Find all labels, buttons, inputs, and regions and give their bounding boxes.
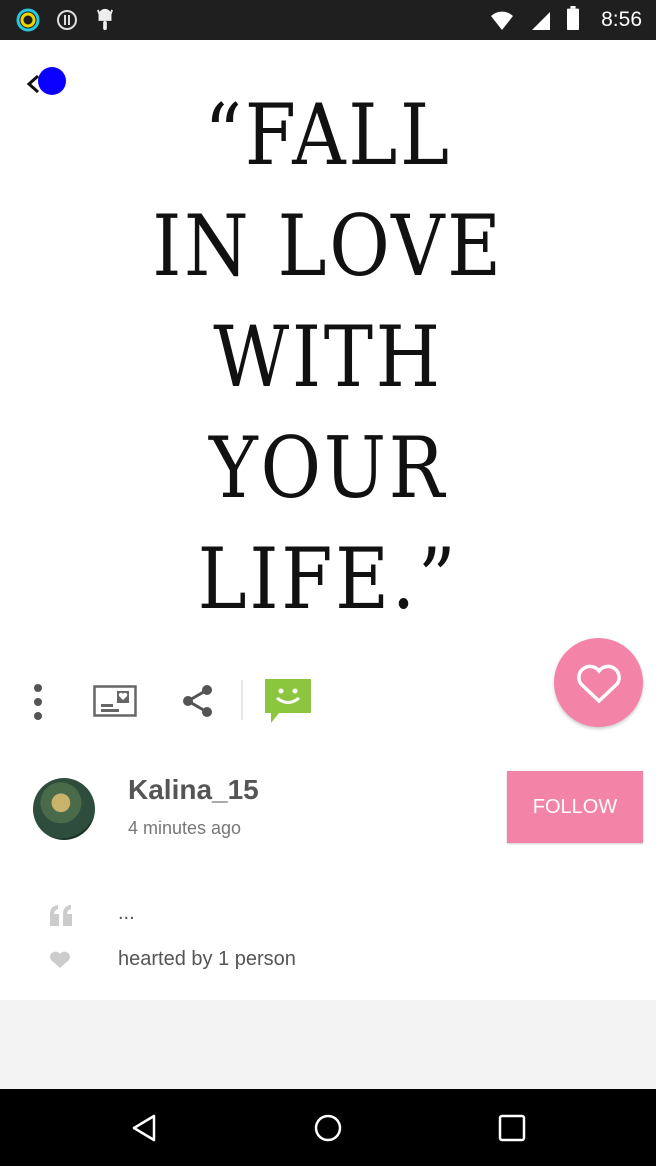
share-icon[interactable] [182, 684, 214, 718]
ring-indicator-icon [16, 8, 40, 32]
post-caption: ... [118, 902, 135, 924]
username[interactable]: Kalina_15 [128, 774, 259, 806]
wifi-icon [491, 11, 513, 30]
back-triangle-icon[interactable] [130, 1113, 160, 1143]
heart-button[interactable] [554, 638, 643, 727]
battery-icon [567, 6, 579, 30]
touch-indicator-dot [38, 67, 66, 95]
navigation-bar [0, 1089, 656, 1166]
home-circle-icon[interactable] [313, 1113, 343, 1143]
footer-area [0, 1000, 656, 1089]
status-time: 8:56 [601, 8, 642, 31]
avatar[interactable] [33, 778, 95, 840]
follow-button[interactable]: FOLLOW [507, 771, 643, 843]
action-divider [241, 680, 243, 720]
heart-small-icon [50, 951, 70, 968]
quote-icon [50, 905, 72, 926]
chat-smile-icon[interactable] [263, 677, 313, 725]
signal-icon [532, 12, 550, 30]
android-icon [97, 8, 113, 31]
quote-text: “FALL IN LOVE WITH YOUR LIFE.” [152, 86, 504, 628]
card-icon[interactable] [93, 685, 137, 717]
more-vert-icon[interactable] [26, 682, 50, 722]
post-time-ago: 4 minutes ago [128, 818, 242, 838]
alert-circle-icon [57, 10, 77, 30]
quote-image[interactable]: “FALL IN LOVE WITH YOUR LIFE.” [0, 40, 656, 640]
heart-icon [577, 664, 621, 704]
status-bar: 8:56 [0, 0, 656, 40]
recents-square-icon[interactable] [498, 1114, 526, 1142]
hearted-by-text[interactable]: hearted by 1 person [118, 948, 296, 971]
